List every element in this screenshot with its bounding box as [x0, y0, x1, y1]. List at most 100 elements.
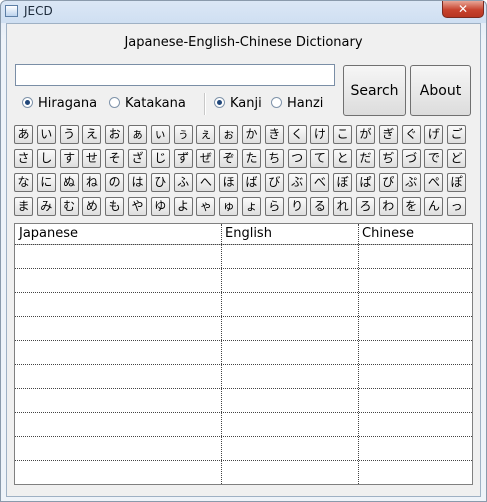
kana-key[interactable]: す: [59, 149, 79, 168]
column-header-english[interactable]: English: [221, 224, 358, 244]
kana-key[interactable]: へ: [196, 173, 216, 192]
kana-key[interactable]: と: [333, 149, 353, 168]
kana-key[interactable]: の: [105, 173, 125, 192]
kana-key[interactable]: ぅ: [173, 125, 193, 144]
radio-hiragana[interactable]: Hiragana: [22, 96, 97, 112]
kana-key[interactable]: ど: [447, 149, 467, 168]
radio-dot-icon[interactable]: [214, 97, 225, 108]
kana-key[interactable]: せ: [82, 149, 102, 168]
radio-katakana[interactable]: Katakana: [109, 96, 186, 112]
kana-key[interactable]: む: [59, 197, 79, 216]
kana-key[interactable]: ぺ: [424, 173, 444, 192]
kana-key[interactable]: が: [356, 125, 375, 144]
kana-key[interactable]: ね: [82, 173, 102, 192]
kana-key[interactable]: し: [36, 149, 56, 168]
kana-key[interactable]: お: [105, 125, 125, 144]
kana-key[interactable]: づ: [401, 149, 421, 168]
kana-key[interactable]: ぜ: [196, 149, 216, 168]
kana-key[interactable]: こ: [333, 125, 353, 144]
kana-key[interactable]: け: [310, 125, 330, 144]
kana-key[interactable]: も: [105, 197, 125, 216]
kana-key[interactable]: さ: [14, 149, 33, 168]
column-header-japanese[interactable]: Japanese: [15, 224, 221, 244]
radio-kanji[interactable]: Kanji: [214, 96, 262, 112]
kana-key[interactable]: ろ: [356, 197, 375, 216]
kana-key[interactable]: ぃ: [150, 125, 170, 144]
kana-key[interactable]: る: [310, 197, 330, 216]
table-header: Japanese English Chinese: [15, 224, 472, 245]
kana-key[interactable]: わ: [378, 197, 398, 216]
kana-key[interactable]: ぐ: [401, 125, 421, 144]
kana-key[interactable]: め: [82, 197, 102, 216]
kana-key[interactable]: ぶ: [287, 173, 307, 192]
kana-key[interactable]: ぁ: [128, 125, 147, 144]
kana-key[interactable]: そ: [105, 149, 125, 168]
close-icon[interactable]: ✕: [442, 1, 484, 18]
search-input[interactable]: [15, 64, 335, 86]
kana-key[interactable]: ゆ: [150, 197, 170, 216]
kana-key[interactable]: う: [59, 125, 79, 144]
kana-key[interactable]: あ: [14, 125, 33, 144]
kana-key[interactable]: で: [424, 149, 444, 168]
table-row: [15, 460, 472, 461]
search-button[interactable]: Search: [343, 65, 406, 116]
title-bar[interactable]: JECD ✕: [1, 1, 486, 23]
kana-key[interactable]: ぱ: [356, 173, 375, 192]
kana-key[interactable]: ぽ: [447, 173, 467, 192]
radio-dot-icon[interactable]: [22, 97, 33, 108]
kana-key[interactable]: ぬ: [59, 173, 79, 192]
kana-key[interactable]: れ: [333, 197, 353, 216]
kana-key[interactable]: ゅ: [219, 197, 239, 216]
kana-key[interactable]: や: [128, 197, 147, 216]
kana-key[interactable]: ぷ: [401, 173, 421, 192]
kana-key[interactable]: ぴ: [378, 173, 398, 192]
kana-key[interactable]: ざ: [128, 149, 147, 168]
kana-key[interactable]: ぇ: [196, 125, 216, 144]
kana-key[interactable]: き: [264, 125, 284, 144]
kana-key[interactable]: に: [36, 173, 56, 192]
kana-key[interactable]: げ: [424, 125, 444, 144]
about-button[interactable]: About: [410, 65, 471, 116]
kana-key[interactable]: ぼ: [333, 173, 353, 192]
kana-key[interactable]: ひ: [150, 173, 170, 192]
kana-key[interactable]: ば: [242, 173, 261, 192]
kana-key[interactable]: ん: [424, 197, 444, 216]
kana-key[interactable]: は: [128, 173, 147, 192]
kana-key[interactable]: び: [264, 173, 284, 192]
radio-dot-icon[interactable]: [109, 97, 120, 108]
kana-key[interactable]: ょ: [242, 197, 261, 216]
kana-key[interactable]: た: [242, 149, 261, 168]
kana-key[interactable]: ず: [173, 149, 193, 168]
kana-key[interactable]: ぉ: [219, 125, 239, 144]
kana-key[interactable]: っ: [447, 197, 467, 216]
radio-dot-icon[interactable]: [271, 97, 282, 108]
kana-key[interactable]: え: [82, 125, 102, 144]
kana-key[interactable]: な: [14, 173, 33, 192]
kana-key[interactable]: よ: [173, 197, 193, 216]
kana-key[interactable]: か: [242, 125, 261, 144]
kana-key[interactable]: じ: [150, 149, 170, 168]
radio-label: Katakana: [125, 96, 186, 111]
kana-key[interactable]: を: [401, 197, 421, 216]
kana-key[interactable]: く: [287, 125, 307, 144]
results-table[interactable]: Japanese English Chinese: [14, 223, 473, 485]
kana-key[interactable]: り: [287, 197, 307, 216]
kana-key[interactable]: ぞ: [219, 149, 239, 168]
kana-key[interactable]: ご: [447, 125, 467, 144]
kana-key[interactable]: ち: [264, 149, 284, 168]
kana-key[interactable]: ぎ: [378, 125, 398, 144]
kana-key[interactable]: ぢ: [378, 149, 398, 168]
kana-key[interactable]: ま: [14, 197, 33, 216]
kana-key[interactable]: い: [36, 125, 56, 144]
kana-key[interactable]: て: [310, 149, 330, 168]
kana-key[interactable]: ふ: [173, 173, 193, 192]
kana-key[interactable]: ゃ: [196, 197, 216, 216]
radio-hanzi[interactable]: Hanzi: [271, 96, 323, 112]
kana-key[interactable]: み: [36, 197, 56, 216]
kana-key[interactable]: つ: [287, 149, 307, 168]
kana-key[interactable]: だ: [356, 149, 375, 168]
kana-key[interactable]: ほ: [219, 173, 239, 192]
kana-key[interactable]: ら: [264, 197, 284, 216]
kana-key[interactable]: べ: [310, 173, 330, 192]
column-header-chinese[interactable]: Chinese: [358, 224, 472, 244]
